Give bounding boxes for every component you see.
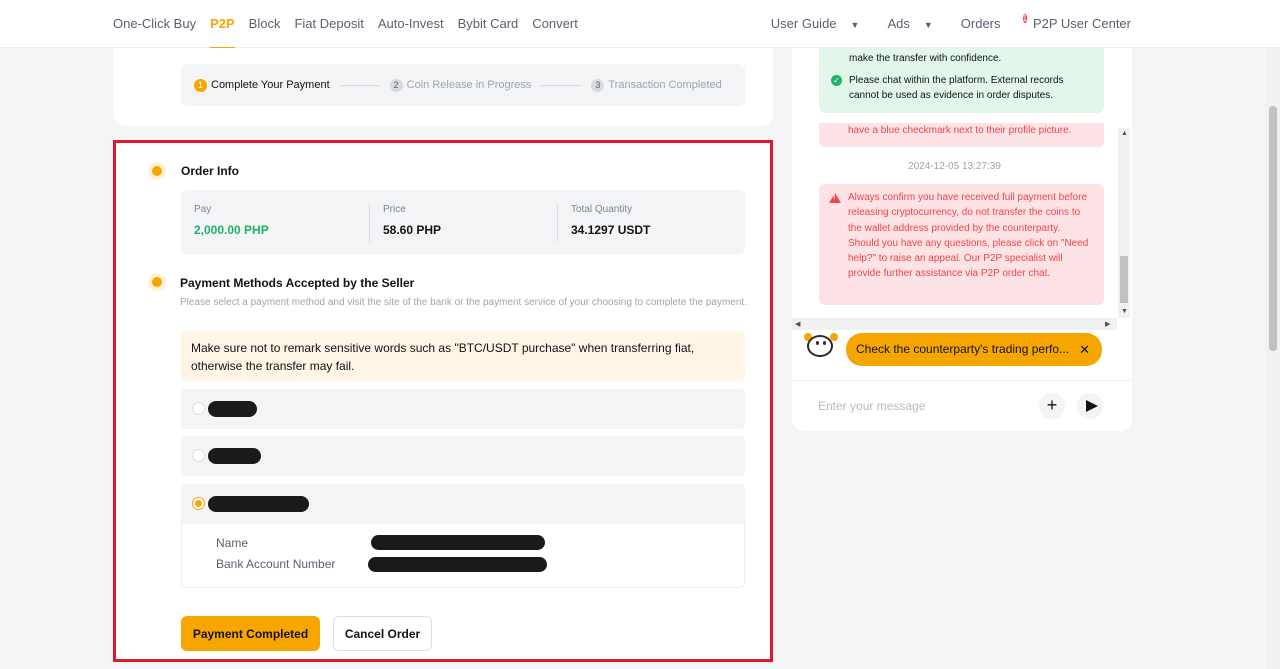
close-icon[interactable]: ✕ <box>1079 333 1090 366</box>
redacted-method-name <box>208 448 261 464</box>
redacted-method-name <box>208 496 309 512</box>
price-column: Price 58.60 PHP <box>369 204 549 242</box>
order-steps: 1 Complete Your Payment 2 Coin Release i… <box>181 64 745 106</box>
order-info-title: Order Info <box>181 164 240 178</box>
nav-p2p[interactable]: P2P <box>210 16 235 49</box>
step-label: Complete Your Payment <box>211 79 330 91</box>
chat-scrollbar-horizontal[interactable]: ◀ ▶ <box>792 318 1117 330</box>
step-label: Transaction Completed <box>608 79 722 91</box>
send-icon <box>1086 400 1098 412</box>
radio-button[interactable] <box>192 402 205 415</box>
step-connector <box>541 84 582 86</box>
order-card: Order Info Pay 2,000.00 PHP Price 58.60 … <box>113 140 773 662</box>
name-label: Name <box>216 536 249 550</box>
transfer-warning: Make sure not to remark sensitive words … <box>181 331 745 381</box>
nav-auto-invest[interactable]: Auto-Invest <box>378 16 444 31</box>
caret-down-icon: ▼ <box>850 20 860 30</box>
quantity-label: Total Quantity <box>571 204 633 215</box>
redacted-name <box>371 535 545 550</box>
progress-card: 1 Complete Your Payment 2 Coin Release i… <box>113 48 773 126</box>
payment-method-option-2[interactable] <box>181 436 745 476</box>
quantity-value: 34.1297 USDT <box>571 223 651 237</box>
nav-ads-label: Ads <box>887 16 910 31</box>
nav-orders[interactable]: Orders 1 <box>947 14 1027 32</box>
bot-face <box>807 335 833 357</box>
step-complete-payment: 1 Complete Your Payment <box>194 78 330 92</box>
chat-message-input[interactable] <box>818 396 1018 416</box>
scroll-right-icon[interactable]: ▶ <box>1105 320 1110 328</box>
chat-warning-message: Always confirm you have received full pa… <box>819 184 1104 305</box>
pay-value: 2,000.00 PHP <box>194 223 269 237</box>
pay-column: Pay 2,000.00 PHP <box>194 204 374 242</box>
radio-button[interactable] <box>192 449 205 462</box>
assistant-bot-icon <box>804 331 838 361</box>
chat-warning-text: Always confirm you have received full pa… <box>848 192 1089 280</box>
chat-safety-notice: make the transfer with confidence. ✓ Ple… <box>819 48 1104 113</box>
redacted-method-name <box>208 401 257 417</box>
nav-right: User Guide ▼ Ads ▼ Orders 1 P2P User Center <box>743 14 1131 32</box>
step-connector <box>339 84 380 86</box>
caret-down-icon: ▼ <box>923 20 933 30</box>
nav-ads[interactable]: Ads ▼ <box>873 16 932 32</box>
step-number: 1 <box>194 78 207 92</box>
pill-label: Check the counterparty's trading perfo..… <box>856 342 1070 356</box>
chat-scrollbar-vertical[interactable]: ▲ ▼ <box>1118 128 1130 318</box>
page-scrollbar[interactable] <box>1266 48 1280 669</box>
pay-label: Pay <box>194 204 212 215</box>
payment-method-details: Name Bank Account Number <box>181 522 745 588</box>
step-number: 2 <box>389 78 403 92</box>
step-label: Coin Release in Progress <box>406 79 532 91</box>
nav-left: One-Click Buy P2P Block Fiat Deposit Aut… <box>113 16 592 49</box>
payment-method-option-1[interactable] <box>181 389 745 429</box>
bot-eye <box>823 341 826 345</box>
nav-block[interactable]: Block <box>249 16 281 31</box>
counterparty-performance-pill[interactable]: Check the counterparty's trading perfo..… <box>846 333 1102 366</box>
scroll-down-icon[interactable]: ▼ <box>1121 308 1128 315</box>
payment-method-option-3[interactable] <box>181 484 745 524</box>
payment-methods-description: Please select a payment method and visit… <box>180 297 747 308</box>
price-label: Price <box>383 204 406 215</box>
warning-icon <box>829 193 841 203</box>
scroll-left-icon[interactable]: ◀ <box>795 320 800 328</box>
add-attachment-button[interactable]: + <box>1039 393 1065 419</box>
scroll-up-icon[interactable]: ▲ <box>1121 130 1128 137</box>
section-dot-icon <box>152 277 162 287</box>
radio-button-selected[interactable] <box>192 497 205 510</box>
top-nav: One-Click Buy P2P Block Fiat Deposit Aut… <box>0 0 1280 49</box>
chat-notice-line: make the transfer with confidence. <box>849 53 1002 64</box>
cancel-order-button[interactable]: Cancel Order <box>333 616 432 651</box>
nav-fiat-deposit[interactable]: Fiat Deposit <box>294 16 363 31</box>
quantity-column: Total Quantity 34.1297 USDT <box>557 204 737 242</box>
plus-icon: + <box>1046 395 1058 415</box>
chat-notice-line: Please chat within the platform. Externa… <box>849 75 1064 101</box>
payment-completed-button[interactable]: Payment Completed <box>181 616 320 651</box>
nav-bybit-card[interactable]: Bybit Card <box>458 16 519 31</box>
nav-one-click-buy[interactable]: One-Click Buy <box>113 16 196 31</box>
send-message-button[interactable] <box>1077 393 1103 419</box>
bank-account-label: Bank Account Number <box>216 557 336 571</box>
page-scrollbar-thumb[interactable] <box>1269 106 1277 351</box>
chat-divider <box>792 380 1132 381</box>
redacted-account-number <box>368 557 547 572</box>
nav-user-guide[interactable]: User Guide ▼ <box>757 16 860 32</box>
step-transaction-completed: 3 Transaction Completed <box>591 78 722 92</box>
nav-user-guide-label: User Guide <box>770 16 837 31</box>
nav-p2p-user-center[interactable]: P2P User Center <box>1033 16 1131 32</box>
orders-badge: 1 <box>1022 14 1027 23</box>
chat-timestamp: 2024-12-05 13:27:39 <box>908 161 1001 172</box>
bot-eye <box>816 341 819 345</box>
price-value: 58.60 PHP <box>383 223 442 237</box>
nav-orders-label: Orders <box>960 16 1001 31</box>
chat-scrollbar-thumb[interactable] <box>1120 256 1128 303</box>
chat-panel: make the transfer with confidence. ✓ Ple… <box>792 48 1132 431</box>
step-number: 3 <box>591 78 605 92</box>
check-circle-icon: ✓ <box>831 75 842 86</box>
order-info-box: Pay 2,000.00 PHP Price 58.60 PHP Total Q… <box>181 190 745 254</box>
payment-methods-title: Payment Methods Accepted by the Seller <box>180 276 415 290</box>
nav-convert[interactable]: Convert <box>532 16 578 31</box>
section-dot-icon <box>152 166 162 176</box>
chat-warning-partial: have a blue checkmark next to their prof… <box>819 123 1104 147</box>
step-coin-release: 2 Coin Release in Progress <box>389 78 532 92</box>
